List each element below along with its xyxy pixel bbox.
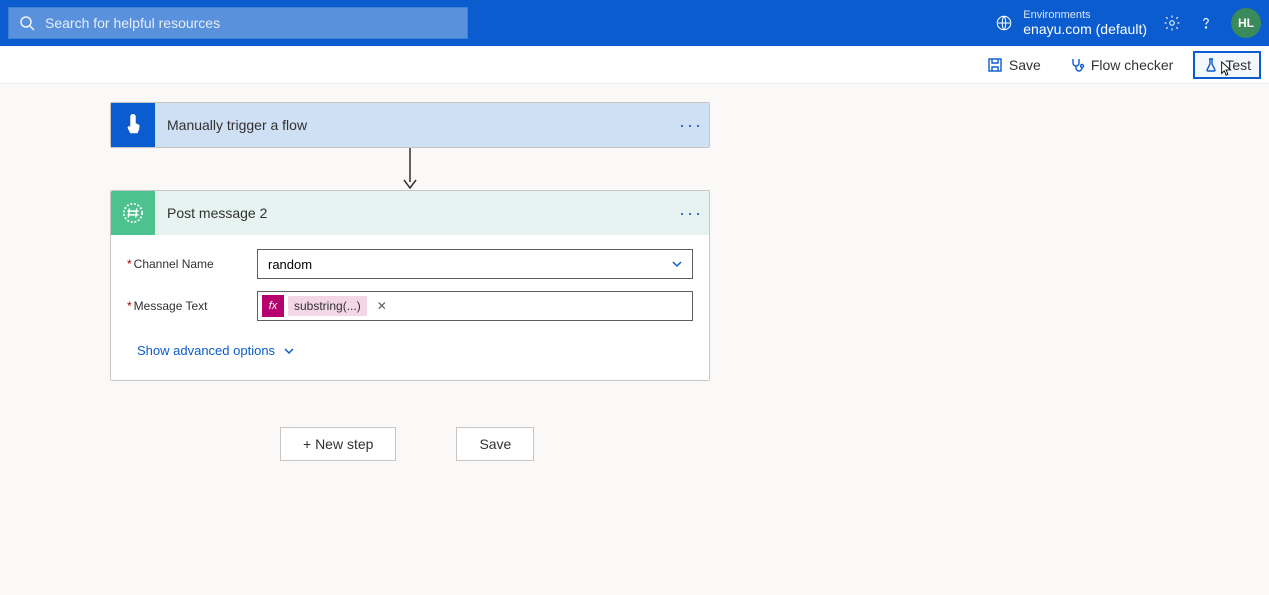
action-body: *Channel Name random *Message Text fx su…	[111, 235, 709, 380]
chevron-down-icon	[283, 345, 295, 357]
designer-toolbar: Save Flow checker Test	[0, 46, 1269, 84]
action-menu-button[interactable]: ···	[673, 203, 709, 224]
settings-icon[interactable]	[1163, 14, 1181, 32]
flow-checker-button[interactable]: Flow checker	[1061, 53, 1181, 77]
fx-icon: fx	[262, 295, 284, 317]
flask-icon	[1203, 57, 1219, 73]
search-input[interactable]	[45, 15, 467, 31]
top-header: Environments enayu.com (default) HL	[0, 0, 1269, 46]
action-icon-tile	[111, 191, 155, 235]
header-right: Environments enayu.com (default) HL	[995, 8, 1261, 38]
trigger-card[interactable]: Manually trigger a flow ···	[110, 102, 710, 148]
arrow-down-icon	[400, 148, 420, 190]
save-button[interactable]: Save	[456, 427, 534, 461]
message-label: *Message Text	[127, 299, 257, 313]
toolbar-save-button[interactable]: Save	[979, 53, 1049, 77]
new-step-button[interactable]: + New step	[280, 427, 396, 461]
show-advanced-toggle[interactable]: Show advanced options	[127, 333, 693, 372]
connector-arrow	[400, 148, 1269, 190]
channel-row: *Channel Name random	[127, 249, 693, 279]
test-button[interactable]: Test	[1193, 51, 1261, 79]
environment-picker[interactable]: Environments enayu.com (default)	[995, 9, 1147, 38]
expression-token[interactable]: substring(...)	[288, 296, 367, 316]
help-icon[interactable]	[1197, 14, 1215, 32]
token-remove-button[interactable]: ✕	[371, 299, 393, 313]
action-header[interactable]: Post message 2 ···	[111, 191, 709, 235]
action-card[interactable]: Post message 2 ··· *Channel Name random …	[110, 190, 710, 381]
avatar[interactable]: HL	[1231, 8, 1261, 38]
channel-label: *Channel Name	[127, 257, 257, 271]
stethoscope-icon	[1069, 57, 1085, 73]
chevron-down-icon	[670, 257, 684, 271]
environment-name: enayu.com (default)	[1023, 21, 1147, 37]
trigger-icon-tile	[111, 103, 155, 147]
message-row: *Message Text fx substring(...) ✕	[127, 291, 693, 321]
channel-value: random	[268, 257, 312, 272]
bottom-button-row: + New step Save	[280, 427, 1269, 461]
message-input[interactable]: fx substring(...) ✕	[257, 291, 693, 321]
search-box[interactable]	[8, 7, 468, 39]
action-title: Post message 2	[155, 205, 673, 221]
save-icon	[987, 57, 1003, 73]
channel-select[interactable]: random	[257, 249, 693, 279]
trigger-menu-button[interactable]: ···	[673, 115, 709, 136]
hash-icon	[122, 202, 144, 224]
environment-label: Environments	[1023, 9, 1147, 22]
cursor-icon	[1219, 61, 1235, 77]
trigger-title: Manually trigger a flow	[155, 117, 673, 133]
search-icon	[19, 15, 35, 31]
flow-canvas: Manually trigger a flow ··· Post message…	[0, 84, 1269, 461]
environment-icon	[995, 14, 1013, 32]
trigger-header[interactable]: Manually trigger a flow ···	[111, 103, 709, 147]
tap-icon	[122, 114, 144, 136]
